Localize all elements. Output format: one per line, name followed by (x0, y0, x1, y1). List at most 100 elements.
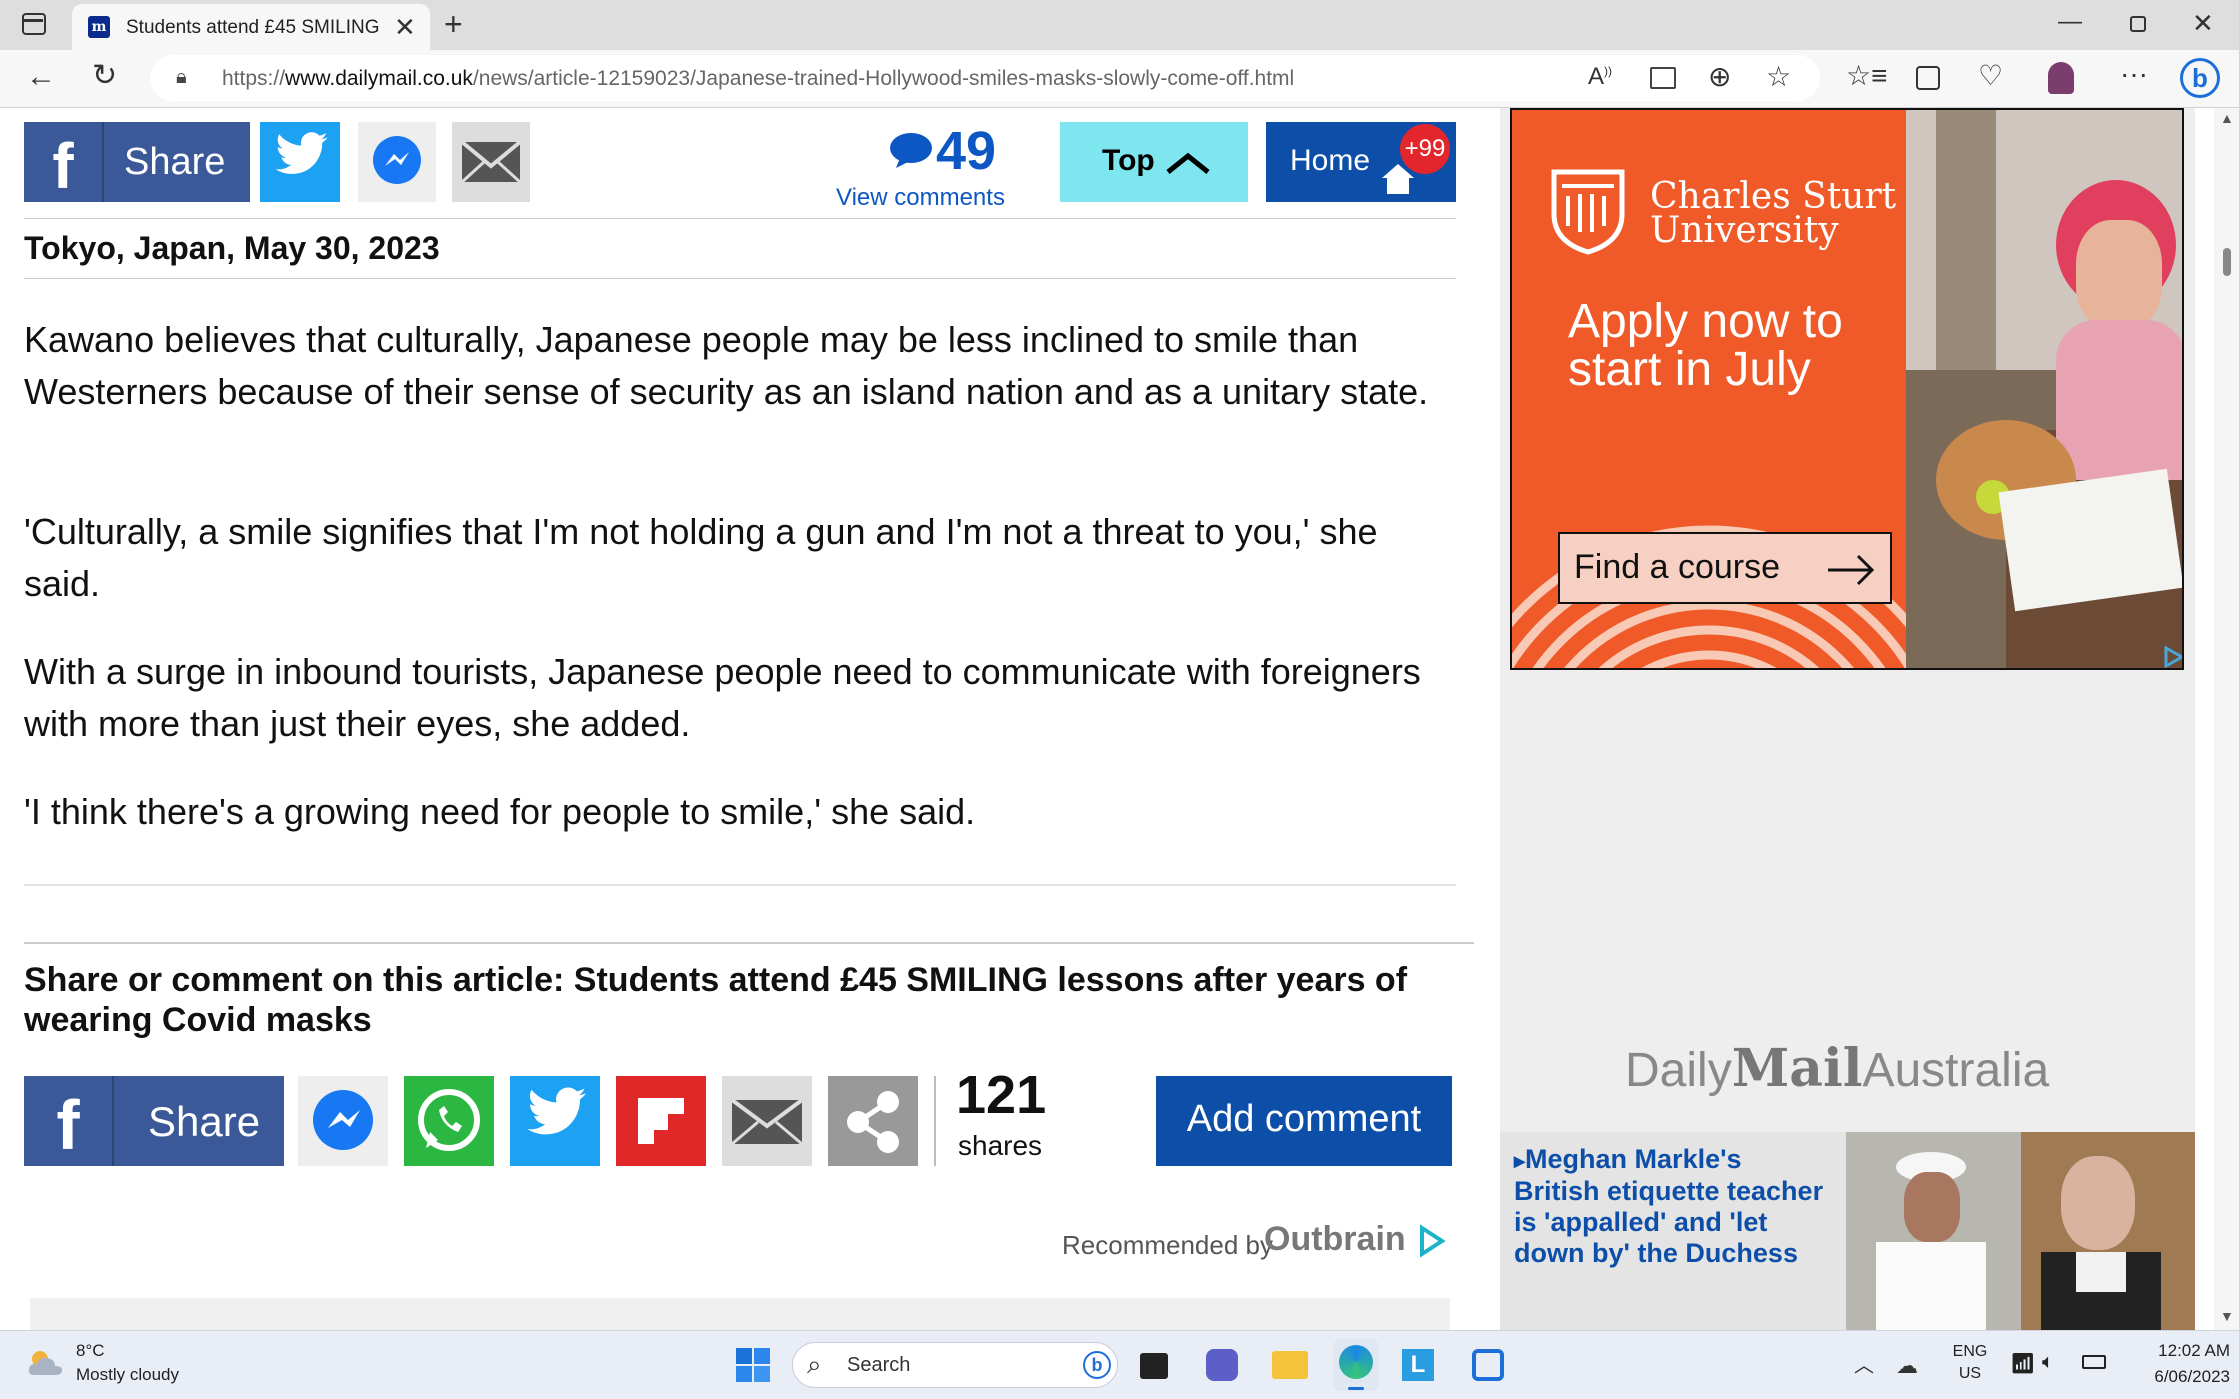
twitter-share-button[interactable] (260, 122, 340, 202)
bing-copilot-icon[interactable]: b (2180, 58, 2220, 98)
favorite-star-icon[interactable]: ☆ (1766, 63, 1791, 91)
clock-date: 6/06/2023 (2154, 1367, 2230, 1386)
daily-mail-australia-logo[interactable]: DailyMailAustralia (1625, 1038, 2049, 1099)
read-aloud-icon[interactable]: A)) (1588, 65, 1612, 89)
find-course-button[interactable]: Find a course (1558, 532, 1892, 604)
share-heading: Share or comment on this article: Studen… (24, 961, 1408, 1039)
logo-australia: Australia (1862, 1044, 2050, 1097)
taskbar: 8°C Mostly cloudy ⌕ Search b L ︿ ☁ ENG U… (0, 1330, 2239, 1399)
volume-icon[interactable]: 🔈︎ (2042, 1351, 2054, 1374)
comments-count: 49 (936, 121, 997, 181)
performance-heart-icon[interactable]: ♡ (1978, 62, 2003, 90)
twitter-share-button-bottom[interactable] (510, 1076, 600, 1166)
immersive-reader-icon[interactable] (1650, 67, 1676, 89)
favorites-icon[interactable]: ☆≡ (1846, 62, 1887, 90)
teams-chat-icon[interactable] (1206, 1349, 1238, 1381)
university-ad[interactable]: Charles Sturt University Apply now to st… (1510, 108, 2184, 670)
email-share-button[interactable] (452, 122, 530, 202)
clock[interactable]: 12:02 AM 6/06/2023 (2130, 1341, 2230, 1387)
adchoices-icon[interactable] (2162, 646, 2184, 668)
facebook-share-label: Share (148, 1098, 261, 1145)
messenger-share-button-bottom[interactable] (298, 1076, 388, 1166)
cortana-ring-icon[interactable] (1472, 1349, 1504, 1381)
taskbar-search-box[interactable]: ⌕ Search b (792, 1342, 1118, 1388)
logo-daily: Daily (1625, 1044, 1732, 1097)
new-tab-icon[interactable]: + (444, 8, 463, 40)
window-close-icon[interactable]: ✕ (2192, 10, 2214, 36)
whatsapp-share-button[interactable] (404, 1076, 494, 1166)
search-icon: ⌕ (807, 1349, 822, 1379)
url-field[interactable]: 🔒︎ https://www.dailymail.co.uk/news/arti… (150, 55, 1820, 101)
story-arrow-icon: ▸ (1514, 1148, 1526, 1173)
home-label: Home (1290, 144, 1371, 177)
scroll-down-arrow-icon[interactable]: ▼ (2220, 1308, 2234, 1324)
envelope-icon (730, 1098, 804, 1146)
envelope-icon (460, 140, 522, 184)
more-share-button[interactable] (828, 1076, 918, 1166)
facebook-share-button-bottom[interactable]: f Share (24, 1076, 284, 1166)
scroll-up-arrow-icon[interactable]: ▲ (2220, 110, 2234, 126)
windows-logo-icon (736, 1348, 770, 1382)
task-view-icon[interactable] (1140, 1353, 1168, 1379)
zoom-icon[interactable]: ⊕ (1708, 63, 1731, 91)
home-notification-badge: +99 (1400, 124, 1450, 174)
shares-count: 121 (956, 1065, 1047, 1125)
launcher-l-icon[interactable]: L (1402, 1349, 1434, 1381)
twitter-bird-icon (275, 132, 328, 174)
wifi-icon[interactable]: 📶︎ (2010, 1351, 2035, 1376)
back-icon[interactable]: ← (26, 62, 56, 92)
outbrain-play-icon[interactable] (1418, 1224, 1446, 1258)
refresh-icon[interactable]: ↻ (92, 61, 117, 91)
article-paragraph: 'Culturally, a smile signifies that I'm … (24, 511, 1378, 604)
file-explorer-icon[interactable] (1272, 1351, 1308, 1379)
ad-photo (1906, 110, 2182, 668)
share-nodes-icon (847, 1091, 899, 1153)
minimize-icon[interactable]: — (2058, 10, 2082, 34)
add-comment-button[interactable]: Add comment (1156, 1076, 1452, 1166)
restore-icon[interactable] (2130, 16, 2146, 32)
divider (24, 278, 1456, 279)
article-paragraph: 'I think there's a growing need for peop… (24, 791, 976, 832)
bing-icon: b (1083, 1351, 1111, 1379)
onedrive-cloud-icon[interactable]: ☁ (1896, 1353, 1918, 1379)
find-course-label: Find a course (1574, 548, 1780, 586)
active-tab[interactable]: m Students attend £45 SMILING les ✕ (72, 4, 430, 50)
sidebar-story[interactable]: ▸Meghan Markle's British etiquette teach… (1500, 1132, 2195, 1330)
flipboard-share-button[interactable] (616, 1076, 706, 1166)
top-label: Top (1102, 144, 1155, 177)
back-to-top-button[interactable]: Top (1060, 122, 1248, 202)
start-button[interactable] (736, 1348, 770, 1382)
story-headline: ▸Meghan Markle's British etiquette teach… (1514, 1144, 1824, 1268)
right-column: Charles Sturt University Apply now to st… (1500, 108, 2195, 1330)
ad-headline: Apply now to start in July (1568, 295, 1843, 396)
email-share-button-bottom[interactable] (722, 1076, 812, 1166)
article-paragraph: With a surge in inbound tourists, Japane… (24, 651, 1421, 744)
whatsapp-icon (418, 1089, 480, 1151)
battery-icon[interactable] (2082, 1355, 2106, 1369)
language-indicator[interactable]: ENG US (1950, 1343, 1990, 1383)
outbrain-logo[interactable]: Outbrain (1264, 1220, 1406, 1259)
show-hidden-icons-chevron-icon[interactable]: ︿ (1854, 1349, 1874, 1378)
messenger-share-button[interactable] (358, 122, 436, 202)
lock-icon: 🔒︎ (176, 66, 187, 88)
weather-widget[interactable]: 8°C Mostly cloudy (22, 1339, 212, 1391)
divider (24, 942, 1474, 944)
vertical-scrollbar[interactable]: ▲ ▼ (2214, 108, 2239, 1330)
language-bottom: US (1958, 1365, 1982, 1382)
comments-count-link[interactable]: 49 View comments (830, 118, 1020, 211)
more-menu-icon[interactable]: ··· (2120, 60, 2148, 88)
home-button[interactable]: Home +99 (1266, 122, 1456, 202)
logo-mail: Mail (1731, 1038, 1863, 1099)
facebook-share-button[interactable]: f Share (24, 122, 250, 202)
facebook-icon: f (24, 1076, 114, 1166)
edge-browser-icon[interactable] (1334, 1339, 1378, 1391)
collections-icon[interactable] (1916, 66, 1940, 90)
language-top: ENG (1952, 1343, 1988, 1360)
scrollbar-thumb[interactable] (2223, 248, 2231, 276)
messenger-icon (373, 136, 421, 184)
recommended-by-label: Recommended by (1062, 1230, 1273, 1260)
profile-avatar[interactable] (2048, 62, 2074, 94)
tab-actions-icon[interactable] (22, 13, 46, 35)
tab-close-icon[interactable]: ✕ (394, 12, 416, 43)
divider (934, 1076, 936, 1166)
